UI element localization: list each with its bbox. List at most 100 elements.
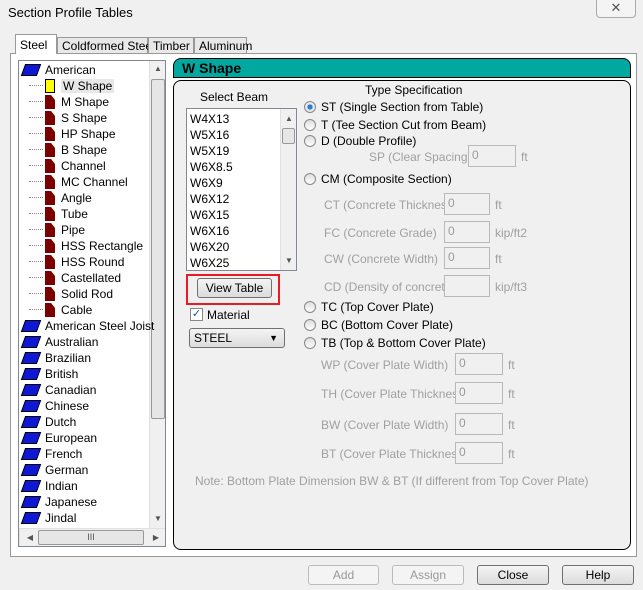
tree-item-m-shape[interactable]: M Shape [29,94,109,110]
tree-item-label: Pipe [61,223,86,237]
tree-item-solid-rod[interactable]: Solid Rod [29,286,113,302]
tree-horizontal-scrollbar[interactable]: ◀ III ▶ [19,528,165,546]
tree-item-channel[interactable]: Channel [29,158,106,174]
radio-button[interactable] [304,319,316,331]
sp-input[interactable]: 0 [468,145,516,167]
th-unit: ft [508,387,515,401]
tree-item-american-steel-joist[interactable]: American Steel Joist [20,318,154,334]
tree-item-w-shape[interactable]: W Shape [29,78,115,94]
tree-vertical-scrollbar[interactable]: ▲ ▼ [149,61,165,528]
fc-input[interactable]: 0 [444,221,490,243]
cd-input[interactable] [444,275,490,297]
beam-list-item[interactable]: W6X25 [190,255,229,270]
tree-item-hss-rectangle[interactable]: HSS Rectangle [29,238,143,254]
tree-item-german[interactable]: German [20,462,88,478]
tree-item-hp-shape[interactable]: HP Shape [29,126,116,142]
radio-button[interactable] [304,101,316,113]
radio-label: T (Tee Section Cut from Beam) [321,118,487,132]
radio-bc[interactable]: BC (Bottom Cover Plate) [304,318,453,332]
tree-item-australian[interactable]: Australian [20,334,98,350]
tree-item-tube[interactable]: Tube [29,206,88,222]
scroll-up-icon[interactable]: ▲ [150,64,165,73]
beam-list-item[interactable]: W6X20 [190,239,229,255]
material-select[interactable]: STEEL ▼ [189,328,285,348]
beam-listbox[interactable]: ▲ ▼ W4X13 W5X16 W5X19 W6X8.5 W6X9 W6X12 W6X15 W… [186,108,297,271]
section-header: W Shape [173,58,631,78]
beam-list-item[interactable]: W6X16 [190,223,229,239]
th-label: TH (Cover Plate Thickness) [321,387,469,401]
radio-cm[interactable]: CM (Composite Section) [304,172,452,186]
book-icon [20,336,42,348]
tree-item-indian[interactable]: Indian [20,478,78,494]
tree-item-canadian[interactable]: Canadian [20,382,96,398]
cd-unit: kip/ft3 [495,280,528,294]
radio-label: BC (Bottom Cover Plate) [321,318,454,332]
beam-list-item[interactable]: W4X13 [190,111,229,127]
cw-input[interactable]: 0 [444,247,490,269]
tree-item-castellated[interactable]: Castellated [29,270,121,286]
beam-list-item[interactable]: W6X15 [190,207,229,223]
view-table-button[interactable]: View Table [197,278,272,298]
tree-item-s-shape[interactable]: S Shape [29,110,107,126]
scroll-left-icon[interactable]: ◀ [22,533,38,542]
section-tree[interactable]: ▲ ▼ ◀ III ▶ American W Shape M Shape S Shap… [18,60,166,547]
tree-item-brazilian[interactable]: Brazilian [20,350,91,366]
tree-item-mc-channel[interactable]: MC Channel [29,174,128,190]
radio-tb[interactable]: TB (Top & Bottom Cover Plate) [304,336,486,350]
tree-item-angle[interactable]: Angle [29,190,92,206]
material-checkbox[interactable]: ✓ [190,308,203,321]
tree-item-pipe[interactable]: Pipe [29,222,85,238]
radio-d[interactable]: D (Double Profile) [304,134,416,148]
tab-timber[interactable]: Timber [148,37,194,54]
beam-list-item[interactable]: W5X19 [190,143,229,159]
assign-button[interactable]: Assign [392,565,464,585]
tab-coldformed-steel[interactable]: Coldformed Steel [57,37,155,54]
radio-button[interactable] [304,119,316,131]
scroll-right-icon[interactable]: ▶ [148,533,164,542]
scroll-down-icon[interactable]: ▼ [281,256,296,265]
radio-st[interactable]: ST (Single Section from Table) [304,100,483,114]
tree-item-american[interactable]: American [20,62,96,78]
help-button[interactable]: Help [562,565,634,585]
wp-input[interactable]: 0 [455,353,503,375]
scroll-up-icon[interactable]: ▲ [281,114,296,123]
bw-input[interactable]: 0 [455,413,503,435]
bt-input[interactable]: 0 [455,442,503,464]
close-button[interactable]: Close [477,565,549,585]
close-window-button[interactable]: ✕ [596,0,636,18]
scroll-thumb[interactable] [282,128,295,144]
ct-input[interactable]: 0 [444,193,490,215]
add-button[interactable]: Add [308,565,379,585]
scroll-thumb-horizontal[interactable]: III [38,530,144,545]
radio-t[interactable]: T (Tee Section Cut from Beam) [304,118,486,132]
tree-item-japanese[interactable]: Japanese [20,494,97,510]
tree-item-cable[interactable]: Cable [29,302,92,318]
tree-item-label: MC Channel [61,175,128,189]
tree-item-british[interactable]: British [20,366,78,382]
tree-item-dutch[interactable]: Dutch [20,414,76,430]
tree-item-b-shape[interactable]: B Shape [29,142,107,158]
radio-button[interactable] [304,173,316,185]
radio-button[interactable] [304,135,316,147]
material-value: STEEL [194,331,233,345]
radio-button[interactable] [304,337,316,349]
radio-button[interactable] [304,301,316,313]
tab-steel[interactable]: Steel [15,34,57,54]
tab-aluminum[interactable]: Aluminum [194,37,252,54]
beam-list-item[interactable]: W6X8.5 [190,159,233,175]
tree-item-french[interactable]: French [20,446,82,462]
tree-item-european[interactable]: European [20,430,97,446]
beam-list-scrollbar[interactable]: ▲ ▼ [280,109,296,270]
beam-list-item[interactable]: W6X12 [190,191,229,207]
scroll-down-icon[interactable]: ▼ [150,514,165,523]
scroll-thumb[interactable] [151,79,165,419]
th-input[interactable]: 0 [455,382,503,404]
radio-tc[interactable]: TC (Top Cover Plate) [304,300,434,314]
tree-item-hss-round[interactable]: HSS Round [29,254,124,270]
book-icon [20,496,42,508]
beam-list-item[interactable]: W6X9 [190,175,223,191]
tree-item-jindal[interactable]: Jindal [20,510,76,526]
beam-list-item[interactable]: W5X16 [190,127,229,143]
page-icon [45,303,55,317]
tree-item-chinese[interactable]: Chinese [20,398,89,414]
